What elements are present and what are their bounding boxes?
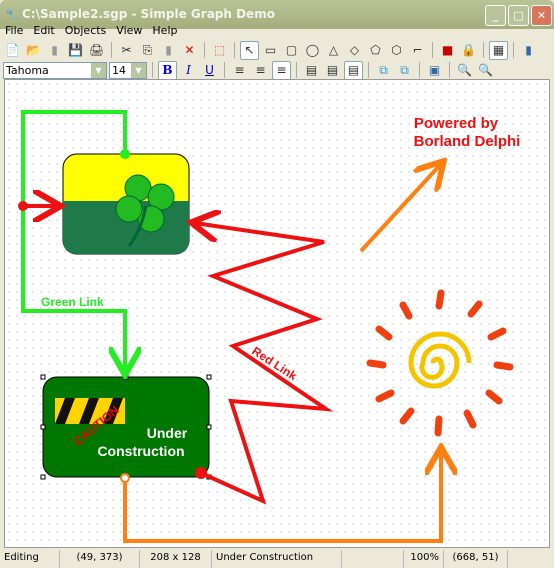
separator: [204, 42, 205, 58]
construction-node[interactable]: CAUTION Under Construction: [40, 374, 212, 480]
menu-help[interactable]: Help: [147, 23, 182, 39]
pointer-icon[interactable]: ↖: [240, 40, 259, 60]
status-size: 208 x 128: [140, 550, 212, 568]
separator: [449, 62, 450, 78]
ellipse-icon[interactable]: ◯: [303, 41, 322, 60]
chevron-down-icon[interactable]: ▼: [91, 62, 106, 78]
main-toolbar: 📄 📂 ▮ 💾 🖨 ✂ ⎘ ▮ ✕ ⬚ ↖ ▭ ▢ ◯ △ ◇ ⬠ ⬡ ⌐ ■ …: [3, 40, 551, 60]
select-all-icon[interactable]: ⬚: [210, 41, 229, 60]
separator: [234, 42, 235, 58]
triangle-icon[interactable]: △: [324, 41, 343, 60]
node-text-line1: Under: [147, 425, 188, 441]
paste-icon[interactable]: ▮: [159, 41, 178, 60]
powered-by-line2: Borland Delphi: [414, 133, 521, 150]
underline-icon[interactable]: U: [200, 61, 219, 80]
font-size-select[interactable]: 14 ▼: [109, 61, 147, 79]
graph-canvas[interactable]: CAUTION Under Construction Green Link Re…: [4, 79, 550, 548]
status-bar: Editing (49, 373) 208 x 128 Under Constr…: [0, 550, 554, 568]
properties-icon[interactable]: ▣: [425, 61, 444, 80]
copy-icon[interactable]: ⎘: [138, 41, 157, 60]
format-toolbar: Tahoma ▼ 14 ▼ B I U ≡ ≡ ≡ ▤ ▤ ▤ ⧉ ⧉ ▣ 🔍 🔍: [3, 60, 551, 80]
separator: [368, 62, 369, 78]
red-arrow-link[interactable]: [18, 201, 57, 211]
separator: [296, 62, 297, 78]
status-cursor: (668, 51): [444, 550, 508, 568]
menu-view[interactable]: View: [111, 23, 147, 39]
exit-icon[interactable]: ▮: [519, 41, 538, 60]
status-zoom: 100%: [404, 550, 444, 568]
separator: [432, 42, 433, 58]
align-left-icon[interactable]: ≡: [230, 61, 249, 80]
font-select[interactable]: Tahoma ▼: [3, 61, 107, 79]
menu-objects[interactable]: Objects: [60, 23, 112, 39]
grid-icon[interactable]: ▦: [489, 40, 508, 60]
pentagon-icon[interactable]: ⬠: [366, 41, 385, 60]
bring-front-icon[interactable]: ⧉: [374, 61, 393, 80]
lock-nodes-icon[interactable]: ■: [438, 41, 457, 60]
node-text-line2: Construction: [97, 443, 184, 459]
align-center-icon[interactable]: ≡: [251, 61, 270, 80]
send-back-icon[interactable]: ⧉: [395, 61, 414, 80]
status-position: (49, 373): [60, 550, 140, 568]
zoom-out-icon[interactable]: 🔍: [476, 61, 495, 80]
delete-icon[interactable]: ✕: [180, 41, 199, 60]
separator: [419, 62, 420, 78]
new-icon[interactable]: 📄: [3, 41, 22, 60]
open-icon[interactable]: 📂: [24, 41, 43, 60]
status-blank: [342, 550, 404, 568]
size-grip[interactable]: [508, 550, 554, 568]
cut-icon[interactable]: ✂: [117, 41, 136, 60]
status-mode: Editing: [0, 550, 60, 568]
diamond-icon[interactable]: ◇: [345, 41, 364, 60]
italic-icon[interactable]: I: [179, 61, 198, 80]
valign-middle-icon[interactable]: ▤: [323, 61, 342, 80]
font-size-value: 14: [112, 63, 126, 77]
powered-by-text[interactable]: Powered by Borland Delphi: [414, 115, 521, 150]
menu-bar: File Edit Objects View Help: [0, 23, 554, 39]
window-title: C:\Sample2.sgp - Simple Graph Demo: [22, 7, 275, 21]
valign-top-icon[interactable]: ▤: [302, 61, 321, 80]
menu-file[interactable]: File: [0, 23, 28, 39]
powered-by-line1: Powered by: [414, 115, 499, 132]
bold-icon[interactable]: B: [158, 60, 177, 80]
separator: [513, 42, 514, 58]
sun-icon[interactable]: [366, 289, 514, 437]
rounded-rectangle-icon[interactable]: ▢: [282, 41, 301, 60]
valign-bottom-icon[interactable]: ▤: [344, 60, 363, 80]
hexagon-icon[interactable]: ⬡: [387, 41, 406, 60]
print-icon[interactable]: 🖨: [87, 41, 106, 60]
separator: [111, 42, 112, 58]
save-as-icon[interactable]: 💾: [66, 41, 85, 60]
font-value: Tahoma: [6, 63, 49, 77]
red-link[interactable]: Red Link: [195, 223, 334, 505]
align-right-icon[interactable]: ≡: [272, 60, 291, 80]
menu-edit[interactable]: Edit: [28, 23, 59, 39]
rectangle-icon[interactable]: ▭: [261, 41, 280, 60]
link-icon[interactable]: ⌐: [408, 41, 427, 60]
save-icon[interactable]: ▮: [45, 41, 64, 60]
lock-links-icon[interactable]: 🔒: [459, 41, 478, 60]
chevron-down-icon[interactable]: ▼: [131, 62, 146, 78]
status-selected: Under Construction: [212, 550, 342, 568]
separator: [224, 62, 225, 78]
graph-app-icon: 🔧: [5, 8, 19, 21]
zoom-in-icon[interactable]: 🔍: [455, 61, 474, 80]
separator: [483, 42, 484, 58]
green-link-label: Green Link: [41, 295, 104, 309]
separator: [152, 62, 153, 78]
clover-node[interactable]: [62, 153, 190, 255]
